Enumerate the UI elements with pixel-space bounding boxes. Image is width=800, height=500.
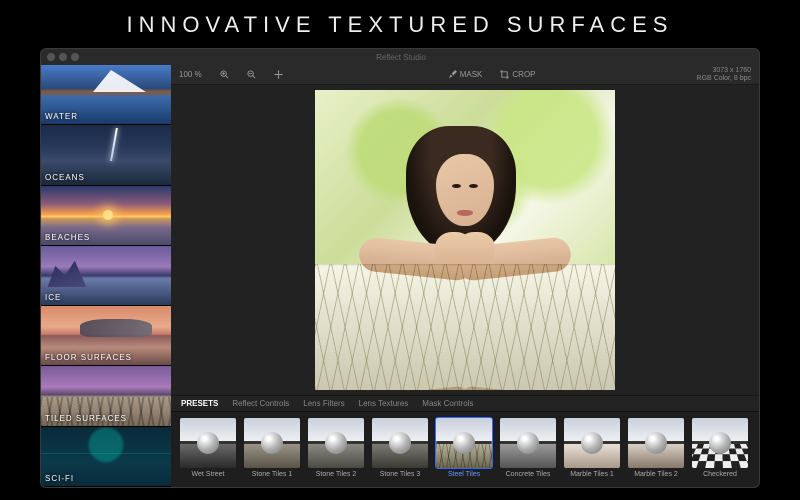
zoom-level[interactable]: 100 % — [179, 70, 202, 79]
maximize-icon[interactable] — [71, 53, 79, 61]
zoom-out-icon — [247, 70, 256, 79]
toolbar: 100 % MASK CROP 3073 x 1760 RGB — [171, 65, 759, 85]
category-oceans[interactable]: OCEANS — [41, 125, 171, 185]
category-label: SCI-FI — [45, 474, 74, 483]
preset-item[interactable]: Concrete Tiles — [499, 418, 557, 481]
crop-button[interactable]: CROP — [496, 69, 539, 80]
preset-label: Marble Tiles 1 — [570, 471, 614, 478]
zoom-out-button[interactable] — [243, 69, 260, 80]
tab-mask-controls[interactable]: Mask Controls — [422, 399, 473, 408]
preset-label: Stone Tiles 2 — [316, 471, 356, 478]
bottom-tabs: PRESETS Reflect Controls Lens Filters Le… — [171, 395, 759, 411]
preset-label: Stone Tiles 1 — [252, 471, 292, 478]
sphere-icon — [325, 432, 347, 454]
preset-item[interactable]: Marble Tiles 2 — [627, 418, 685, 481]
preset-item[interactable]: Stone Tiles 2 — [307, 418, 365, 481]
category-floor-surfaces[interactable]: FLOOR SURFACES — [41, 306, 171, 366]
preset-thumbnail — [244, 418, 300, 468]
category-label: BEACHES — [45, 233, 90, 242]
preset-thumbnail — [500, 418, 556, 468]
category-tiled-surfaces[interactable]: TILED SURFACES — [41, 366, 171, 426]
preset-item[interactable]: Marble Tiles 1 — [563, 418, 621, 481]
preset-thumbnail — [564, 418, 620, 468]
preview-canvas — [315, 90, 615, 390]
zoom-in-button[interactable] — [216, 69, 233, 80]
mask-button[interactable]: MASK — [444, 69, 487, 80]
sphere-icon — [517, 432, 539, 454]
preset-label: Stone Tiles 3 — [380, 471, 420, 478]
preset-label: Wet Street — [192, 471, 225, 478]
category-label: FLOOR SURFACES — [45, 353, 132, 362]
marketing-headline: INNOVATIVE TEXTURED SURFACES — [0, 0, 800, 48]
image-color-mode: RGB Color, 8 bpc — [697, 75, 751, 83]
category-beaches[interactable]: BEACHES — [41, 186, 171, 246]
titlebar: Reflect Studio — [41, 49, 759, 65]
preset-item[interactable]: Wet Street — [179, 418, 237, 481]
category-label: TILED SURFACES — [45, 414, 127, 423]
preset-thumbnail — [308, 418, 364, 468]
preset-item[interactable]: Stone Tiles 1 — [243, 418, 301, 481]
preset-thumbnail — [436, 418, 492, 468]
window-controls[interactable] — [47, 53, 79, 61]
preset-item[interactable]: Stone Tiles 3 — [371, 418, 429, 481]
category-label: WATER — [45, 112, 78, 121]
category-ice[interactable]: ICE — [41, 246, 171, 306]
crop-label: CROP — [512, 70, 535, 79]
crop-icon — [500, 70, 509, 79]
image-meta: 3073 x 1760 RGB Color, 8 bpc — [697, 67, 751, 82]
tab-lens-textures[interactable]: Lens Textures — [359, 399, 409, 408]
preset-thumbnail — [628, 418, 684, 468]
canvas-horizon — [315, 264, 615, 266]
app-window: Reflect Studio WATER OCEANS BEACHES ICE … — [40, 48, 760, 488]
category-label: OCEANS — [45, 173, 85, 182]
preset-label: Checkered — [703, 471, 737, 478]
sphere-icon — [261, 432, 283, 454]
mask-label: MASK — [460, 70, 483, 79]
preset-thumbnail — [692, 418, 748, 468]
preset-item[interactable]: Steel Tiles — [435, 418, 493, 481]
sphere-icon — [581, 432, 603, 454]
category-sci-fi[interactable]: SCI-FI — [41, 427, 171, 487]
category-water[interactable]: WATER — [41, 65, 171, 125]
pan-button[interactable] — [270, 69, 287, 80]
preset-label: Marble Tiles 2 — [634, 471, 678, 478]
preset-label: Concrete Tiles — [506, 471, 551, 478]
close-icon[interactable] — [47, 53, 55, 61]
tab-lens-filters[interactable]: Lens Filters — [303, 399, 344, 408]
canvas-area[interactable] — [171, 85, 759, 395]
sphere-icon — [709, 432, 731, 454]
main-area: 100 % MASK CROP 3073 x 1760 RGB — [171, 65, 759, 487]
move-icon — [274, 70, 283, 79]
window-title: Reflect Studio — [79, 53, 723, 62]
sphere-icon — [453, 432, 475, 454]
preset-thumbnail — [372, 418, 428, 468]
brush-icon — [448, 70, 457, 79]
sphere-icon — [197, 432, 219, 454]
zoom-in-icon — [220, 70, 229, 79]
preset-item[interactable]: Checkered — [691, 418, 749, 481]
preset-thumbnail — [180, 418, 236, 468]
image-dimensions: 3073 x 1760 — [697, 67, 751, 75]
canvas-surface-texture — [315, 264, 615, 390]
sphere-icon — [645, 432, 667, 454]
preset-label: Steel Tiles — [448, 471, 480, 478]
tab-presets[interactable]: PRESETS — [181, 399, 218, 408]
canvas-subject — [370, 126, 560, 276]
category-sidebar: WATER OCEANS BEACHES ICE FLOOR SURFACES … — [41, 65, 171, 487]
sphere-icon — [389, 432, 411, 454]
preset-strip[interactable]: Wet Street Stone Tiles 1 Stone Tiles 2 Ston… — [171, 411, 759, 487]
tab-reflect-controls[interactable]: Reflect Controls — [232, 399, 289, 408]
minimize-icon[interactable] — [59, 53, 67, 61]
category-label: ICE — [45, 293, 61, 302]
